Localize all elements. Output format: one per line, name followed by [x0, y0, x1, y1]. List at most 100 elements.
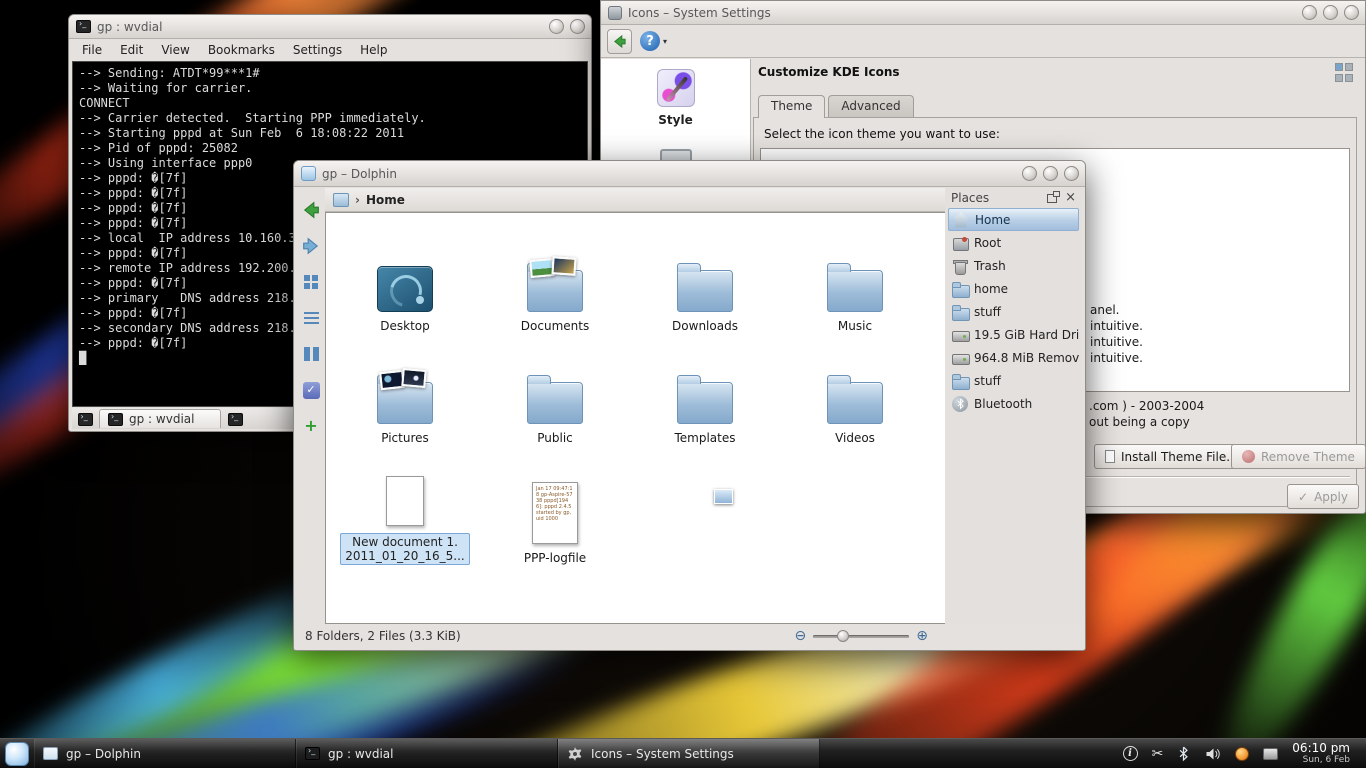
sidebar-item-style[interactable]: Style [658, 113, 692, 127]
style-category-icon[interactable] [657, 69, 695, 107]
detach-panel-icon[interactable] [1047, 194, 1057, 203]
scissors-icon[interactable]: ✂ [1152, 747, 1164, 761]
folder-pictures[interactable]: Pictures [330, 335, 480, 447]
preview-button[interactable]: ✓ [300, 380, 322, 400]
item-label: Desktop [380, 319, 430, 333]
forward-button[interactable] [300, 236, 322, 256]
info-tray-icon[interactable]: i [1123, 746, 1138, 761]
back-button[interactable] [300, 200, 322, 220]
folder-view[interactable]: Desktop Documents Downloads Music [325, 212, 947, 624]
apply-button[interactable]: ✓ Apply [1287, 484, 1359, 509]
folder-downloads[interactable]: Downloads [630, 223, 780, 335]
file-new-document[interactable]: New document 1. 2011_01_20_16_5... [330, 447, 480, 567]
menu-view[interactable]: View [152, 41, 198, 59]
icons-view-button[interactable] [300, 272, 322, 292]
split-add-button[interactable]: + [300, 416, 322, 436]
app-launcher-button[interactable] [0, 739, 34, 768]
taskbar-item-wvdial[interactable]: gp : wvdial [296, 739, 558, 768]
taskbar-item-dolphin[interactable]: gp – Dolphin [34, 739, 296, 768]
close-panel-icon[interactable]: × [1065, 192, 1076, 204]
taskbar-item-system-settings[interactable]: Icons – System Settings [558, 739, 820, 768]
zoom-slider[interactable] [813, 629, 909, 643]
minimize-button[interactable] [549, 19, 564, 34]
folder-icon [527, 382, 583, 424]
folder-icon [827, 270, 883, 312]
device-notifier-icon[interactable] [1263, 748, 1278, 760]
view-toggle-icon[interactable] [1335, 63, 1355, 83]
maximize-button[interactable] [1043, 166, 1058, 181]
breadcrumb-home[interactable]: Home [366, 193, 405, 207]
icons-view-icon [304, 275, 310, 281]
menu-file[interactable]: File [73, 41, 111, 59]
notifier-tray-icon[interactable] [1235, 747, 1249, 761]
terminal-icon [78, 413, 93, 426]
install-theme-button[interactable]: Install Theme File... [1094, 444, 1249, 469]
terminal-tab[interactable]: gp : wvdial [99, 409, 221, 428]
home-folder-icon[interactable] [333, 193, 349, 207]
places-item-trash[interactable]: Trash [948, 254, 1079, 277]
places-item-bluetooth[interactable]: Bluetooth [948, 392, 1079, 415]
menu-settings[interactable]: Settings [284, 41, 351, 59]
places-item-hard-drive[interactable]: 19.5 GiB Hard Drive [948, 323, 1079, 346]
slider-handle [837, 630, 849, 642]
bluetooth-tray-icon[interactable] [1177, 746, 1190, 762]
columns-view-button[interactable] [300, 344, 322, 364]
menu-edit[interactable]: Edit [111, 41, 152, 59]
select-theme-label: Select the icon theme you want to use: [764, 127, 1000, 141]
folder-templates[interactable]: Templates [630, 335, 780, 447]
clock[interactable]: 06:10 pm Sun, 6 Feb [1288, 739, 1366, 768]
places-item-root[interactable]: Root [948, 231, 1079, 254]
theme-description-fragment: intuitive. [1090, 319, 1143, 333]
terminal-line: --> Pid of pppd: 25082 [79, 141, 581, 156]
zoom-in-icon[interactable]: ⊕ [916, 629, 928, 643]
menu-bookmarks[interactable]: Bookmarks [199, 41, 284, 59]
theme-description-fragment: intuitive. [1090, 351, 1143, 365]
maximize-button[interactable] [1323, 5, 1338, 20]
tab-list-button[interactable] [225, 410, 245, 428]
places-item-stuff-1[interactable]: stuff [948, 300, 1079, 323]
close-button[interactable] [570, 19, 585, 34]
file-icon [1105, 450, 1115, 463]
removable-drive-icon [952, 350, 968, 366]
folder-videos[interactable]: Videos [780, 335, 930, 447]
details-view-button[interactable] [300, 308, 322, 328]
dolphin-toolbar: ✓ + [297, 188, 325, 624]
folder-public[interactable]: Public [480, 335, 630, 447]
minimize-button[interactable] [1022, 166, 1037, 181]
tab-advanced[interactable]: Advanced [828, 95, 913, 117]
zoom-out-icon[interactable]: ⊖ [795, 629, 807, 643]
plus-icon: + [304, 419, 317, 433]
back-button[interactable] [607, 29, 632, 54]
clock-time: 06:10 pm [1292, 741, 1350, 755]
file-ppp-logfile[interactable]: Jan 17 09:47:18 gp-Aspire-5738 pppd[1946… [480, 447, 630, 567]
terminal-window-icon [76, 20, 91, 33]
forward-arrow-icon [302, 237, 320, 255]
terminal-titlebar[interactable]: gp : wvdial [69, 15, 591, 39]
close-button[interactable] [1344, 5, 1359, 20]
bluetooth-icon [952, 396, 968, 412]
places-item-home-folder[interactable]: home [948, 277, 1079, 300]
menu-help[interactable]: Help [351, 41, 396, 59]
folder-icon [952, 373, 968, 389]
places-title: Places [951, 191, 989, 205]
close-button[interactable] [1064, 166, 1079, 181]
places-item-removable-drive[interactable]: 964.8 MiB Remov... [948, 346, 1079, 369]
places-item-stuff-2[interactable]: stuff [948, 369, 1079, 392]
item-label: Pictures [381, 431, 429, 445]
folder-desktop[interactable]: Desktop [330, 223, 480, 335]
place-label: stuff [974, 305, 1001, 319]
check-icon: ✓ [1298, 490, 1308, 504]
remove-theme-button[interactable]: Remove Theme [1231, 444, 1366, 469]
volume-icon[interactable] [1204, 746, 1221, 762]
new-tab-button[interactable] [75, 410, 95, 428]
chevron-down-icon[interactable]: ▾ [663, 37, 667, 46]
dolphin-titlebar[interactable]: gp – Dolphin [294, 161, 1085, 187]
remove-icon [1242, 450, 1255, 463]
folder-documents[interactable]: Documents [480, 223, 630, 335]
minimize-button[interactable] [1302, 5, 1317, 20]
help-button[interactable]: ? [640, 31, 660, 51]
places-item-home[interactable]: Home [948, 208, 1079, 231]
tab-theme[interactable]: Theme [758, 95, 825, 118]
settings-titlebar[interactable]: Icons – System Settings [601, 1, 1365, 25]
folder-music[interactable]: Music [780, 223, 930, 335]
